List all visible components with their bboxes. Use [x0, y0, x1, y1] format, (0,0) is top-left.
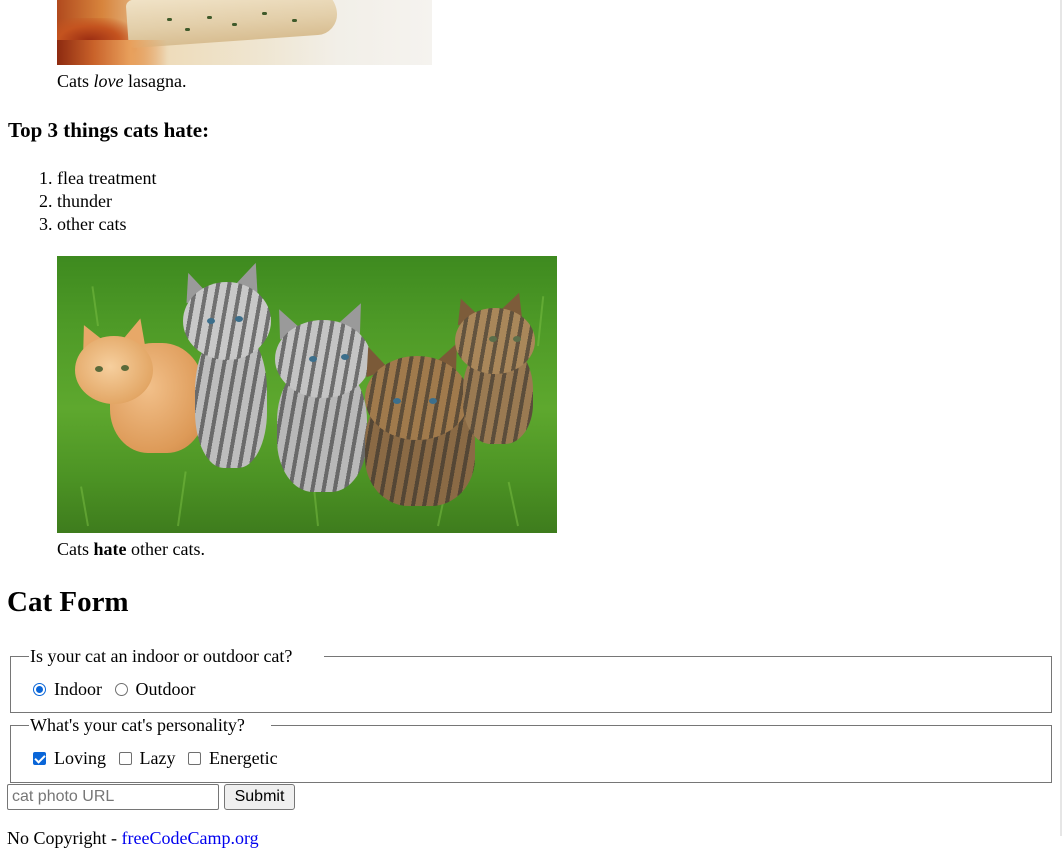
- kittens-caption: Cats hate other cats.: [57, 539, 205, 559]
- energetic-checkbox[interactable]: [187, 752, 201, 766]
- indoor-option[interactable]: Indoor: [33, 679, 102, 700]
- personality-fieldset: What's your cat's personality? Loving La…: [10, 715, 1052, 783]
- energetic-label: Energetic: [208, 748, 278, 769]
- list-item: flea treatment: [57, 167, 156, 190]
- form-title: Cat Form: [7, 586, 129, 618]
- hate-list-heading: Top 3 things cats hate:: [8, 118, 210, 142]
- outdoor-radio[interactable]: [114, 683, 128, 697]
- indoor-radio[interactable]: [33, 683, 46, 697]
- hate-list: flea treatment thunder other cats: [0, 167, 156, 236]
- indoor-label: Indoor: [54, 679, 102, 700]
- footer: No Copyright - freeCodeCamp.org: [7, 828, 259, 849]
- loving-label: Loving: [54, 748, 106, 769]
- submit-button[interactable]: Submit: [224, 784, 295, 810]
- location-legend: Is your cat an indoor or outdoor cat?: [29, 646, 294, 666]
- footer-link[interactable]: freeCodeCamp.org: [122, 828, 259, 848]
- loving-option[interactable]: Loving: [33, 748, 106, 769]
- outdoor-option[interactable]: Outdoor: [114, 679, 196, 700]
- page: Cats love lasagna. Top 3 things cats hat…: [0, 0, 1062, 848]
- footer-text: No Copyright -: [7, 828, 122, 848]
- lazy-label: Lazy: [139, 748, 176, 769]
- list-item: other cats: [57, 213, 156, 236]
- loving-checkbox[interactable]: [33, 752, 46, 766]
- lasagna-caption: Cats love lasagna.: [57, 71, 187, 91]
- lasagna-image: [57, 0, 432, 65]
- kittens-image: [57, 256, 557, 533]
- list-item: thunder: [57, 190, 156, 213]
- lazy-option[interactable]: Lazy: [118, 748, 176, 769]
- outdoor-label: Outdoor: [135, 679, 196, 700]
- energetic-option[interactable]: Energetic: [187, 748, 278, 769]
- location-fieldset: Is your cat an indoor or outdoor cat? In…: [10, 646, 1052, 713]
- cat-photo-url-input[interactable]: [7, 784, 219, 810]
- personality-legend: What's your cat's personality?: [29, 715, 246, 735]
- lazy-checkbox[interactable]: [118, 752, 132, 766]
